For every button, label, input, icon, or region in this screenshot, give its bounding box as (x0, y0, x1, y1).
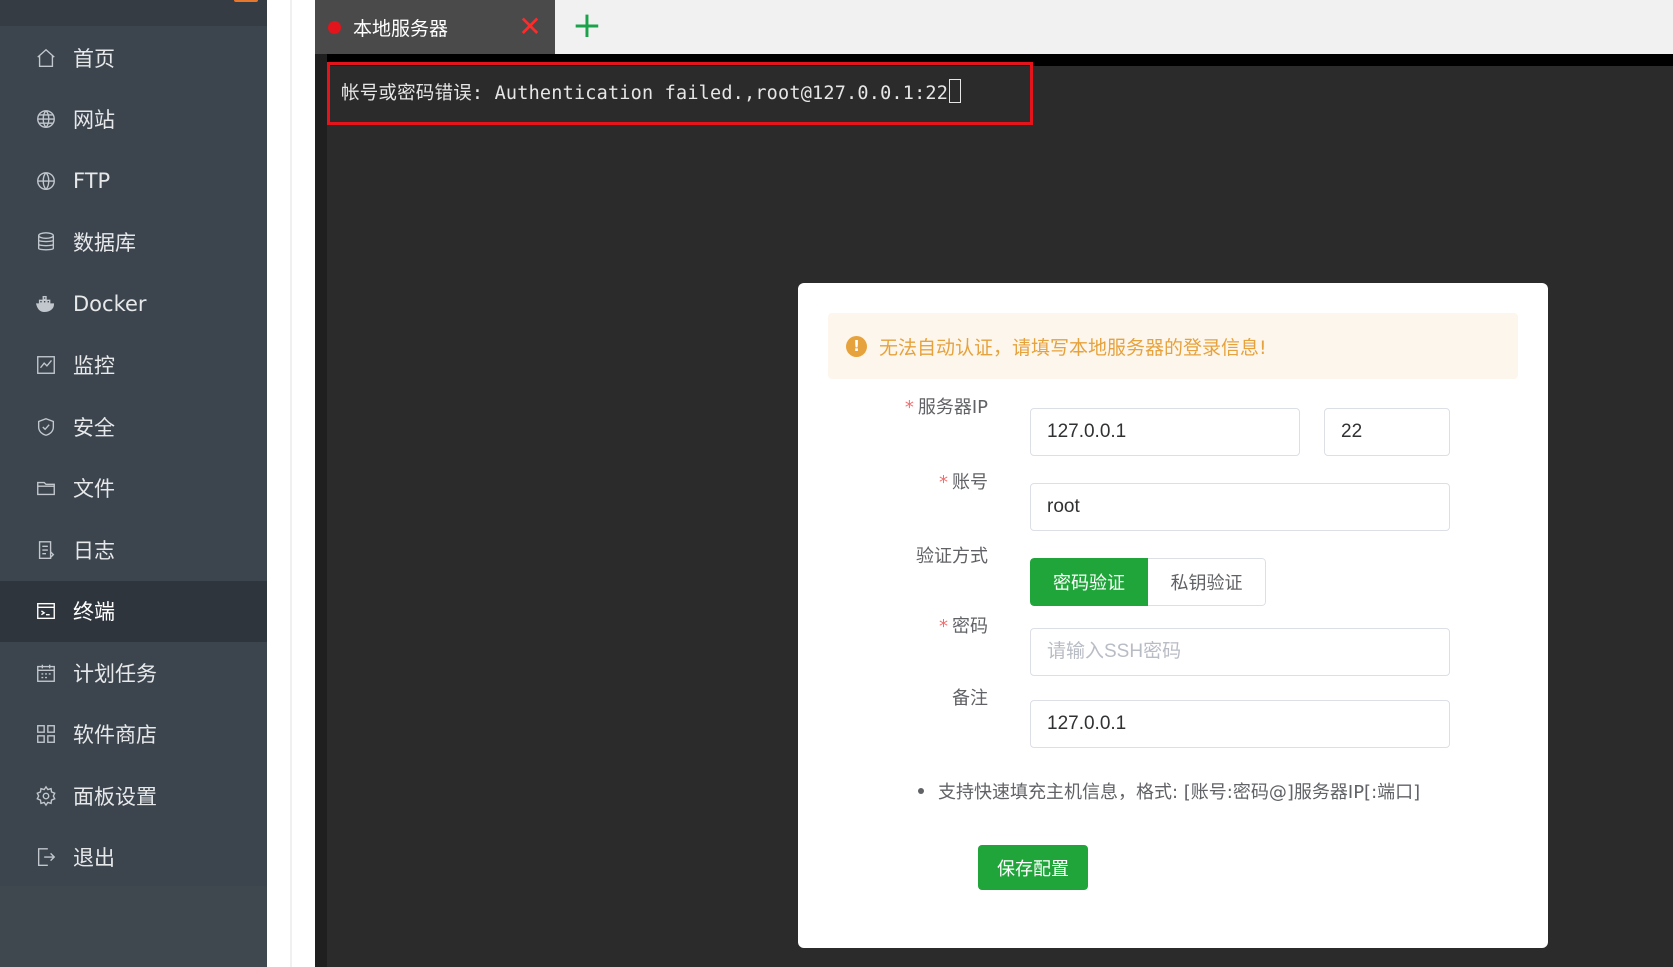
monitor-icon (35, 354, 57, 376)
password-input[interactable]: 请输入SSH密码 (1030, 628, 1450, 676)
port-input[interactable]: 22 (1324, 408, 1450, 456)
sidebar-header (0, 0, 267, 26)
sidebar-item-label: 软件商店 (73, 723, 157, 748)
sidebar-item-label: FTP (73, 168, 111, 193)
sidebar-item-label: 安全 (73, 415, 115, 440)
sidebar-item-label: 终端 (73, 600, 115, 625)
sidebar-item-monitor[interactable]: 监控 (0, 335, 267, 397)
terminal-left-border (315, 54, 327, 967)
folder-icon (35, 477, 57, 499)
terminal-tabbar: 本地服务器 ✕ + (315, 0, 1673, 54)
note-input[interactable]: 127.0.0.1 (1030, 700, 1450, 748)
logout-icon (35, 846, 57, 868)
format-hint: 支持快速填充主机信息，格式: [账号:密码@]服务器IP[:端口] (918, 778, 1420, 804)
sidebar-item-logs[interactable]: 日志 (0, 519, 267, 581)
sidebar-item-label: 退出 (73, 846, 115, 871)
globe-icon (35, 108, 57, 130)
required-mark: * (904, 397, 914, 418)
sidebar-item-terminal[interactable]: 终端 (0, 580, 267, 642)
auth-method-label: 验证方式 (916, 546, 988, 567)
terminal-icon (35, 600, 57, 622)
warning-alert: ! 无法自动认证，请填写本地服务器的登录信息! (828, 313, 1518, 379)
gear-icon (35, 785, 57, 807)
required-mark: * (939, 472, 948, 493)
note-label: 备注 (952, 688, 988, 709)
sidebar-item-docker[interactable]: Docker (0, 273, 267, 335)
sidebar-item-ftp[interactable]: FTP (0, 150, 267, 212)
sidebar-item-cron[interactable]: 计划任务 (0, 642, 267, 704)
warning-icon: ! (846, 335, 867, 357)
calendar-icon (35, 662, 57, 684)
server-ip-input[interactable]: 127.0.0.1 (1030, 408, 1300, 456)
notification-badge[interactable] (234, 0, 258, 2)
sidebar-item-label: 首页 (73, 46, 115, 71)
globe-icon (35, 170, 57, 192)
sidebar-item-database[interactable]: 数据库 (0, 212, 267, 274)
password-label-text: 密码 (952, 616, 988, 637)
hint-text: 支持快速填充主机信息，格式: [账号:密码@]服务器IP[:端口] (938, 782, 1421, 803)
tab-local-server[interactable]: 本地服务器 ✕ (315, 0, 555, 54)
server-ip-label-text: 服务器IP (917, 397, 988, 418)
log-icon (35, 539, 57, 561)
account-label: * 账号 (798, 459, 988, 507)
auth-method-toggle: 密码验证 私钥验证 (1030, 558, 1266, 606)
bullet-icon (918, 788, 924, 794)
sidebar-item-security[interactable]: 安全 (0, 396, 267, 458)
required-mark: * (939, 616, 948, 637)
sidebar-item-label: 数据库 (73, 231, 136, 256)
divider (290, 0, 292, 967)
shield-icon (35, 416, 57, 438)
sidebar: 首页 网站 FTP 数据库 Docker 监控 安全 文件 日志 终端 计划任务… (0, 0, 267, 967)
sidebar-menu: 首页 网站 FTP 数据库 Docker 监控 安全 文件 日志 终端 计划任务… (0, 27, 267, 888)
key-auth-button[interactable]: 私钥验证 (1148, 558, 1266, 606)
sidebar-item-files[interactable]: 文件 (0, 458, 267, 520)
sidebar-item-label: 面板设置 (73, 784, 157, 809)
sidebar-item-label: 监控 (73, 354, 115, 379)
account-label-text: 账号 (952, 472, 988, 493)
sidebar-item-label: 计划任务 (73, 661, 157, 686)
sidebar-item-logout[interactable]: 退出 (0, 827, 267, 889)
apps-icon (35, 723, 57, 745)
login-dialog: ! 无法自动认证，请填写本地服务器的登录信息! * 服务器IP 127.0.0.1… (798, 283, 1548, 948)
alert-text: 无法自动认证，请填写本地服务器的登录信息! (879, 336, 1267, 359)
docker-icon (35, 293, 57, 315)
sidebar-item-website[interactable]: 网站 (0, 89, 267, 151)
sidebar-footer (0, 886, 267, 967)
sidebar-item-home[interactable]: 首页 (0, 27, 267, 89)
close-icon[interactable]: ✕ (517, 13, 543, 41)
save-config-button[interactable]: 保存配置 (978, 845, 1088, 890)
status-dot-icon (328, 20, 341, 34)
sidebar-item-label: Docker (73, 291, 147, 316)
database-icon (35, 231, 57, 253)
error-highlight (327, 62, 1033, 125)
account-input[interactable]: root (1030, 483, 1450, 531)
sidebar-item-label: 日志 (73, 538, 115, 563)
tab-label: 本地服务器 (353, 17, 449, 40)
sidebar-item-label: 网站 (73, 108, 115, 133)
sidebar-item-app-store[interactable]: 软件商店 (0, 704, 267, 766)
sidebar-item-label: 文件 (73, 477, 115, 502)
add-tab-button[interactable]: + (570, 8, 604, 44)
password-label: * 密码 (798, 603, 988, 651)
home-icon (35, 47, 57, 69)
server-ip-label: * 服务器IP (798, 384, 988, 432)
sidebar-item-settings[interactable]: 面板设置 (0, 765, 267, 827)
password-auth-button[interactable]: 密码验证 (1030, 558, 1148, 606)
